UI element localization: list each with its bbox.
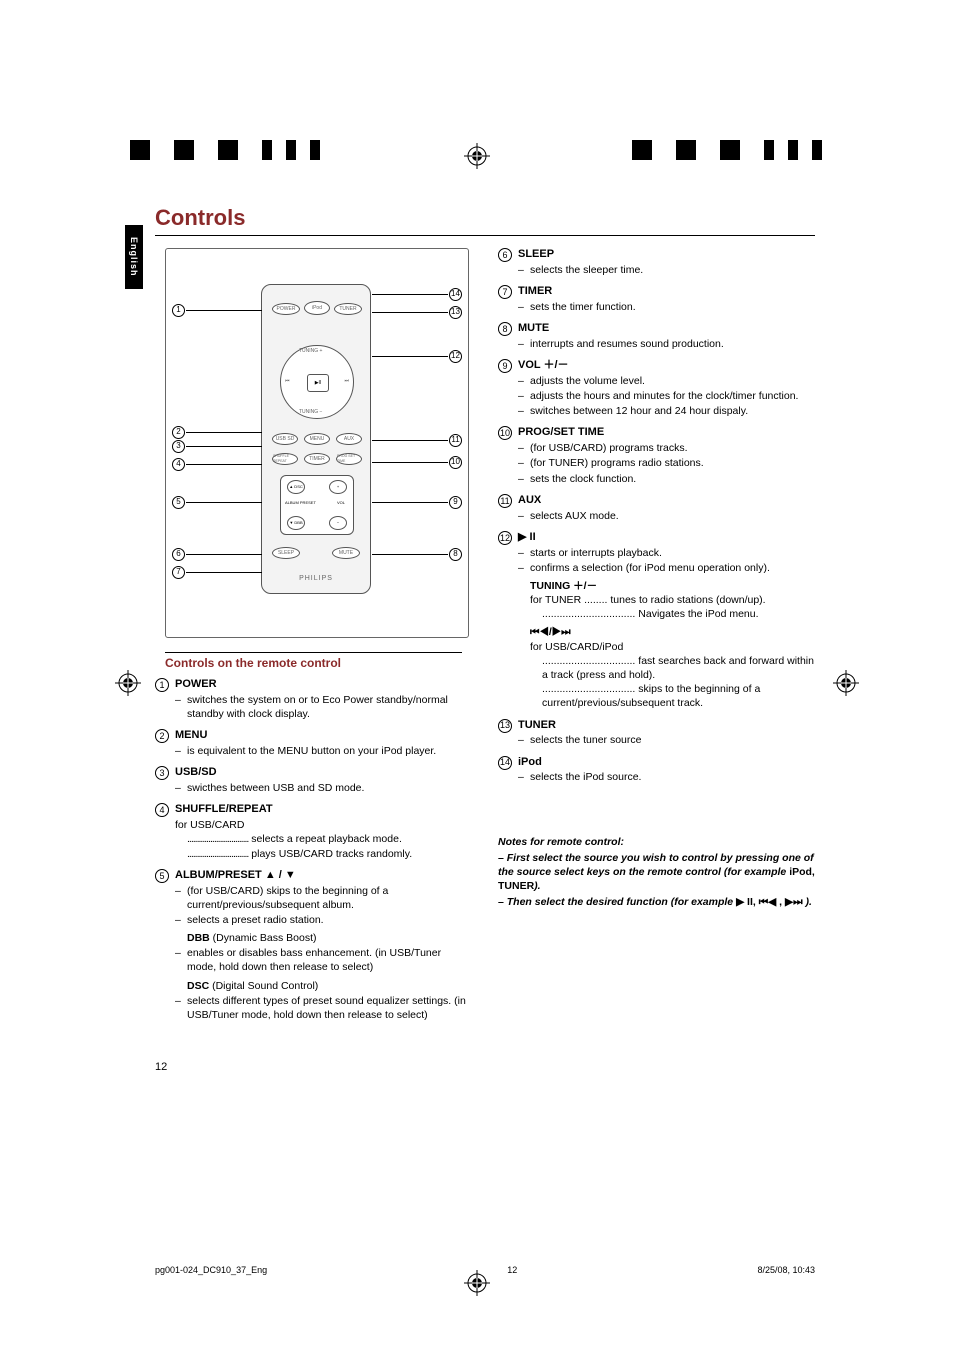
callout-3: 3 [172,439,185,453]
btn-usb: USB SD [272,433,298,445]
item-ipod: 14 iPod –selects the iPod source. [498,755,815,785]
album-vol-block: ▲ DSC + ALBUM PRESET VOL ▼ DBB − [280,475,354,535]
lbl-album: ALBUM PRESET [285,500,316,505]
item-vol: 9 VOL ＋/－ –adjusts the volume level. –ad… [498,358,815,418]
btn-up-dsc: ▲ DSC [287,480,305,494]
language-tab: English [125,225,143,289]
dpad-center: ▶II [307,374,329,392]
item-usb-sd: 3 USB/SD –swicthes between USB and SD mo… [155,765,472,795]
remote-notes: Notes for remote control: – First select… [498,835,815,910]
btn-prog: PROG SET TIME [336,453,362,465]
callout-12: 12 [449,349,462,363]
btn-down-dbb: ▼ DBB [287,516,305,530]
callout-1: 1 [172,303,185,317]
column-right: 6 SLEEP –selects the sleeper time. 7 TIM… [498,244,815,1065]
btn-shuffle: SHUFFLE REPEAT [272,453,298,465]
btn-ipod: iPod [304,301,330,315]
btn-menu: MENU [304,433,330,445]
dpad-down: TUNING − [299,409,322,416]
btn-mute: MUTE [332,547,360,559]
btn-tuner: TUNER [334,303,362,315]
callout-13: 13 [449,305,462,319]
item-menu: 2 MENU –is equivalent to the MENU button… [155,728,472,758]
remote-outline: POWER iPod TUNER ▶II TUNING + TUNING − ⏮… [261,284,371,594]
btn-vol-minus: − [329,516,347,530]
callout-7: 7 [172,565,185,579]
item-prog: 10 PROG/SET TIME –(for USB/CARD) program… [498,425,815,485]
title-rule [155,235,815,236]
callout-5: 5 [172,495,185,509]
brand-label: PHILIPS [262,574,370,583]
item-timer: 7 TIMER –sets the timer function. [498,284,815,314]
btn-aux: AUX [336,433,362,445]
btn-power: POWER [272,303,300,315]
crosshair-right [833,670,859,696]
reg-left [130,140,322,160]
item-album-preset: 5 ALBUM/PRESET ▲ / ▼ –(for USB/CARD) ski… [155,868,472,1022]
page-content: English Controls POWER iPod TUNER ▶II TU… [155,205,815,1065]
crosshair-top [464,143,490,169]
reg-right [632,140,824,160]
item-shuffle: 4 SHUFFLE/REPEAT for USB/CARD ..........… [155,802,472,860]
item-name: POWER [175,677,472,692]
item-tuner: 13 TUNER –selects the tuner source [498,718,815,748]
item-sleep: 6 SLEEP –selects the sleeper time. [498,247,815,277]
dpad-right: ⏭ [344,378,349,385]
page-footer: pg001-024_DC910_37_Eng 12 8/25/08, 10:43 [155,1265,815,1275]
callout-2: 2 [172,425,185,439]
btn-vol-plus: + [329,480,347,494]
callout-14: 14 [449,287,462,301]
crosshair-left [115,670,141,696]
callout-8: 8 [449,547,462,561]
callout-11: 11 [449,433,462,447]
lbl-vol: VOL [337,500,345,505]
column-left: POWER iPod TUNER ▶II TUNING + TUNING − ⏮… [155,244,472,1065]
section-subhead: Controls on the remote control [165,652,462,671]
item-aux: 11 AUX –selects AUX mode. [498,493,815,523]
footer-filename: pg001-024_DC910_37_Eng [155,1265,267,1275]
dpad-up: TUNING + [299,348,322,355]
footer-date: 8/25/08, 10:43 [757,1265,815,1275]
item-mute: 8 MUTE –interrupts and resumes sound pro… [498,321,815,351]
callout-9: 9 [449,495,462,509]
remote-diagram: POWER iPod TUNER ▶II TUNING + TUNING − ⏮… [165,248,469,638]
item-power: 1 POWER –switches the system on or to Ec… [155,677,472,721]
callout-4: 4 [172,457,185,471]
footer-page: 12 [507,1265,517,1275]
item-playpause: 12 ▶ II –starts or interrupts playback. … [498,530,815,711]
dpad-left: ⏮ [285,378,290,385]
page-number: 12 [155,1060,472,1075]
btn-sleep: SLEEP [272,547,300,559]
callout-6: 6 [172,547,185,561]
btn-timer: TIMER [304,453,330,465]
page-title: Controls [155,205,815,231]
callout-10: 10 [449,455,462,469]
dpad: ▶II TUNING + TUNING − ⏮ ⏭ [280,345,354,419]
